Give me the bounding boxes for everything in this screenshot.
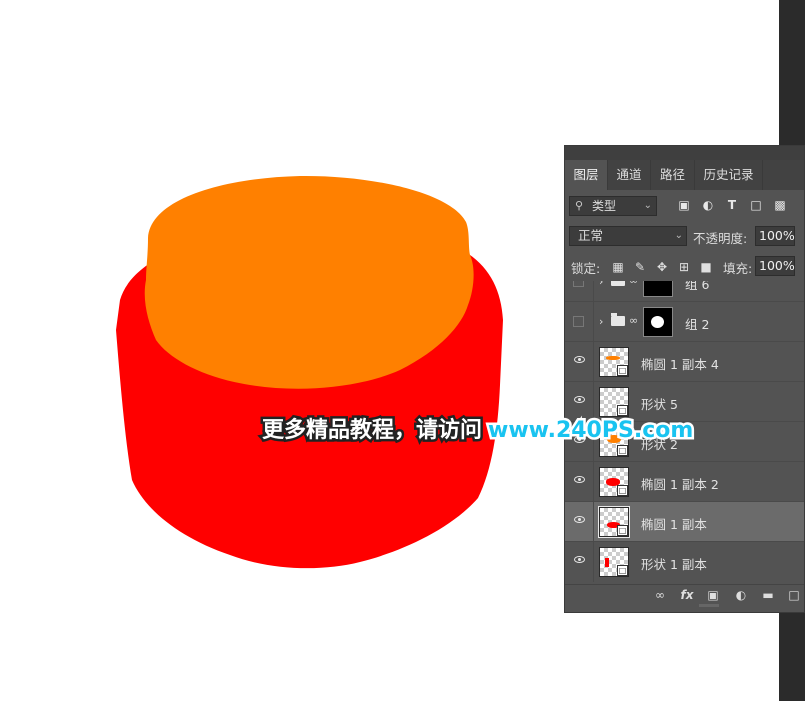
search-icon: ⚲	[575, 199, 584, 212]
opacity-label: 不透明度:	[693, 231, 748, 246]
lock-artboard-icon[interactable]: ⊞	[677, 260, 691, 274]
chevron-down-icon: ⌄	[674, 230, 683, 241]
watermark-text: 更多精品教程，请访问	[259, 416, 484, 446]
tab-layers[interactable]: 图层	[565, 160, 608, 190]
fill-input[interactable]: 100%	[755, 256, 795, 276]
layer-name: 组 2	[685, 317, 710, 332]
layer-row-shape-1-copy[interactable]: □ 形状 1 副本	[565, 541, 804, 582]
panel-title-bar[interactable]	[565, 146, 804, 160]
link-icon: ∞	[629, 281, 638, 287]
layer-row-ellipse-copy-4[interactable]: □ 椭圆 1 副本 4	[565, 341, 804, 382]
adjustment-filter-icon[interactable]: ◐	[701, 198, 715, 212]
eye-icon	[574, 476, 585, 483]
folder-icon	[611, 313, 625, 326]
lock-transparent-pixels-icon[interactable]: ▦	[611, 260, 625, 274]
watermark-url: www.240PS.com	[486, 416, 696, 446]
new-group-icon[interactable]: ▬	[761, 588, 775, 602]
filter-type-label: 类型	[592, 199, 617, 213]
opacity-input[interactable]: 100%	[755, 226, 795, 246]
layers-panel: 图层 通道 路径 历史记录 ⚲ 类型 ⌄ ▣ ◐ T □ ▩ 正常 ⌄ 不透明度…	[564, 145, 805, 613]
chevron-right-icon[interactable]: ›	[599, 315, 603, 328]
layer-thumbnail[interactable]: □	[599, 547, 629, 577]
shape-layer-icon: □	[617, 565, 628, 576]
add-mask-icon[interactable]: ▣	[706, 588, 720, 602]
lock-row: 锁定: ▦ ✎ ✥ ⊞ ■ 填充: 100%	[565, 254, 804, 280]
eye-icon	[574, 516, 585, 523]
shape-layer-icon: □	[617, 525, 628, 536]
fill-label: 填充:	[723, 261, 753, 276]
layer-name: 椭圆 1 副本 4	[641, 357, 719, 372]
layer-name: 椭圆 1 副本	[641, 517, 707, 532]
layer-row-group-6[interactable]: › ∞ 组 6	[565, 281, 804, 302]
tab-paths[interactable]: 路径	[651, 160, 695, 190]
layer-thumbnail[interactable]: □	[599, 467, 629, 497]
layer-thumbnail[interactable]: □	[599, 347, 629, 377]
layer-row-ellipse-copy-2[interactable]: □ 椭圆 1 副本 2	[565, 461, 804, 502]
filter-type-select[interactable]: ⚲ 类型 ⌄	[569, 196, 657, 216]
blend-row: 正常 ⌄ 不透明度: 100%	[565, 224, 804, 250]
eye-icon	[574, 556, 585, 563]
text-filter-icon[interactable]: T	[725, 198, 739, 212]
visibility-toggle[interactable]	[565, 281, 594, 302]
link-layers-icon[interactable]: ∞	[653, 588, 667, 602]
layer-mask-thumbnail[interactable]	[643, 307, 673, 337]
visibility-toggle[interactable]	[565, 462, 594, 502]
layer-mask-thumbnail[interactable]	[643, 281, 673, 297]
visibility-toggle[interactable]	[565, 302, 594, 342]
visibility-toggle[interactable]	[565, 502, 594, 542]
layer-name: 形状 1 副本	[641, 557, 707, 572]
panel-tabs: 图层 通道 路径 历史记录	[565, 160, 804, 190]
panel-footer: ∞ fx ▣ ◐ ▬ □	[565, 584, 804, 607]
hidden-checkbox-icon	[573, 281, 584, 287]
lock-all-icon[interactable]: ■	[699, 260, 713, 274]
shape-layer-icon: □	[617, 445, 628, 456]
scrollbar-grip[interactable]	[699, 604, 719, 607]
layer-name: 组 6	[685, 281, 710, 292]
lock-position-icon[interactable]: ✥	[655, 260, 669, 274]
watermark: 更多精品教程，请访问 www.240PS.com	[259, 412, 696, 446]
fx-icon[interactable]: fx	[680, 588, 694, 602]
tab-channels[interactable]: 通道	[608, 160, 651, 190]
visibility-toggle[interactable]	[565, 342, 594, 382]
lock-image-pixels-icon[interactable]: ✎	[633, 260, 647, 274]
tab-history[interactable]: 历史记录	[695, 160, 763, 190]
image-filter-icon[interactable]: ▣	[677, 198, 691, 212]
layer-row-ellipse-copy[interactable]: □ 椭圆 1 副本	[565, 501, 804, 542]
shape-layer-icon: □	[617, 485, 628, 496]
lock-label: 锁定:	[571, 261, 601, 276]
hidden-checkbox-icon	[573, 316, 584, 327]
blend-mode-select[interactable]: 正常 ⌄	[569, 226, 687, 246]
eye-icon	[574, 396, 585, 403]
layer-name: 椭圆 1 副本 2	[641, 477, 719, 492]
shape-filter-icon[interactable]: □	[749, 198, 763, 212]
new-layer-icon[interactable]: □	[787, 588, 801, 602]
adjustment-layer-icon[interactable]: ◐	[734, 588, 748, 602]
chevron-right-icon[interactable]: ›	[599, 281, 603, 288]
chevron-down-icon: ⌄	[643, 200, 652, 211]
filter-row: ⚲ 类型 ⌄ ▣ ◐ T □ ▩	[565, 194, 804, 220]
eye-icon	[574, 356, 585, 363]
layer-name: 形状 5	[641, 397, 678, 412]
visibility-toggle[interactable]	[565, 542, 594, 582]
layer-thumbnail[interactable]: □	[598, 506, 630, 538]
shape-layer-icon: □	[617, 365, 628, 376]
smart-object-filter-icon[interactable]: ▩	[773, 198, 787, 212]
folder-icon	[611, 281, 625, 286]
blend-mode-value: 正常	[578, 228, 604, 243]
layer-row-group-2[interactable]: › ∞ 组 2	[565, 301, 804, 342]
link-icon: ∞	[629, 314, 639, 327]
